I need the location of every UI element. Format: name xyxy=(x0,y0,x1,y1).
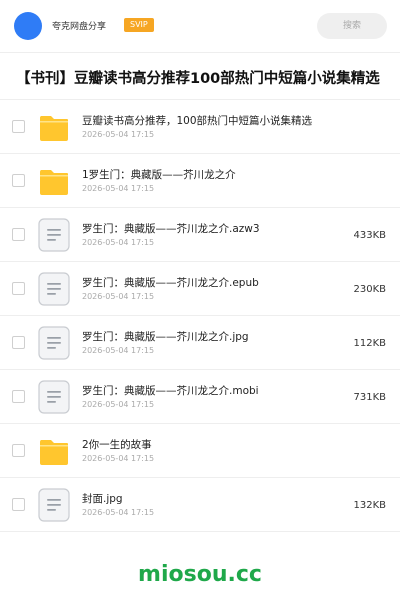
file-date: 2026-05-04 17:15 xyxy=(82,292,155,301)
folder-icon xyxy=(38,110,70,144)
select-checkbox[interactable] xyxy=(12,444,25,457)
document-icon xyxy=(38,272,70,306)
file-date: 2026-05-04 17:15 xyxy=(82,454,155,463)
select-checkbox[interactable] xyxy=(12,174,25,187)
select-checkbox[interactable] xyxy=(12,336,25,349)
file-list: 豆瓣读书高分推荐，100部热门中短篇小说集精选 2026-05-04 17:15 1… xyxy=(0,100,400,532)
file-size: 112KB xyxy=(353,338,386,349)
file-name[interactable]: 罗生门：典藏版——芥川龙之介.epub xyxy=(82,275,342,290)
file-name[interactable]: 豆瓣读书高分推荐，100部热门中短篇小说集精选 xyxy=(82,113,342,128)
file-date: 2026-05-04 17:15 xyxy=(82,238,155,247)
page-title: 【书刊】豆瓣读书高分推荐100部热门中短篇小说集精选 xyxy=(16,71,380,87)
document-icon xyxy=(38,380,70,414)
file-date: 2026-05-04 17:15 xyxy=(82,400,155,409)
file-size: 731KB xyxy=(353,392,386,403)
file-size: 230KB xyxy=(353,284,386,295)
header: 夸克网盘分享 SVIP 搜索 xyxy=(0,0,400,52)
folder-row[interactable]: 1罗生门：典藏版——芥川龙之介 2026-05-04 17:15 xyxy=(0,154,400,208)
document-icon xyxy=(38,218,70,252)
file-date: 2026-05-04 17:15 xyxy=(82,130,155,139)
file-row[interactable]: 封面.jpg 2026-05-04 17:15 132KB xyxy=(0,478,400,532)
avatar[interactable] xyxy=(14,12,42,40)
search-button[interactable]: 搜索 xyxy=(317,13,387,39)
folder-row[interactable]: 2你一生的故事 2026-05-04 17:15 xyxy=(0,424,400,478)
app-name: 夸克网盘分享 xyxy=(52,22,107,32)
select-checkbox[interactable] xyxy=(12,228,25,241)
file-date: 2026-05-04 17:15 xyxy=(82,184,155,193)
file-row[interactable]: 罗生门：典藏版——芥川龙之介.azw3 2026-05-04 17:15 433KB xyxy=(0,208,400,262)
file-date: 2026-05-04 17:15 xyxy=(82,508,155,517)
folder-row[interactable]: 豆瓣读书高分推荐，100部热门中短篇小说集精选 2026-05-04 17:15 xyxy=(0,100,400,154)
document-icon xyxy=(38,326,70,360)
file-row[interactable]: 罗生门：典藏版——芥川龙之介.jpg 2026-05-04 17:15 112KB xyxy=(0,316,400,370)
title-bar: 【书刊】豆瓣读书高分推荐100部热门中短篇小说集精选 xyxy=(0,52,400,100)
file-row[interactable]: 罗生门：典藏版——芥川龙之介.mobi 2026-05-04 17:15 731KB xyxy=(0,370,400,424)
file-row[interactable]: 罗生门：典藏版——芥川龙之介.epub 2026-05-04 17:15 230KB xyxy=(0,262,400,316)
file-name[interactable]: 1罗生门：典藏版——芥川龙之介 xyxy=(82,167,342,182)
folder-icon xyxy=(38,164,70,198)
select-checkbox[interactable] xyxy=(12,390,25,403)
file-name[interactable]: 罗生门：典藏版——芥川龙之介.mobi xyxy=(82,383,342,398)
select-checkbox[interactable] xyxy=(12,120,25,133)
watermark: miosou.cc xyxy=(138,562,262,587)
select-checkbox[interactable] xyxy=(12,498,25,511)
file-name[interactable]: 2你一生的故事 xyxy=(82,437,342,452)
file-date: 2026-05-04 17:15 xyxy=(82,346,155,355)
svip-badge: SVIP xyxy=(124,18,154,32)
file-name[interactable]: 封面.jpg xyxy=(82,491,342,506)
file-name[interactable]: 罗生门：典藏版——芥川龙之介.jpg xyxy=(82,329,342,344)
file-name[interactable]: 罗生门：典藏版——芥川龙之介.azw3 xyxy=(82,221,342,236)
select-checkbox[interactable] xyxy=(12,282,25,295)
folder-icon xyxy=(38,434,70,468)
file-size: 132KB xyxy=(353,500,386,511)
file-size: 433KB xyxy=(353,230,386,241)
document-icon xyxy=(38,488,70,522)
